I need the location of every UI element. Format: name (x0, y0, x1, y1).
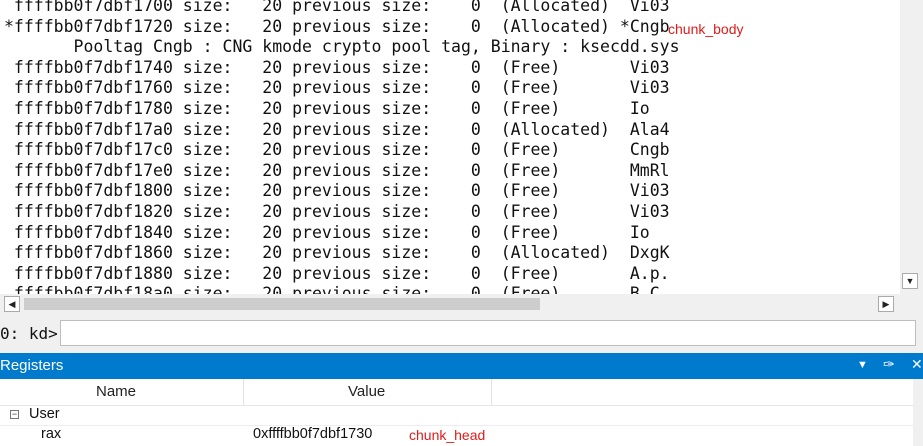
command-input[interactable] (60, 320, 916, 346)
output-line: ffffbb0f7dbf17c0 size: 20 previous size:… (4, 140, 670, 160)
registers-title-bar: Registers ▼ ✑ ✕ (0, 353, 923, 379)
row-divider (0, 425, 913, 426)
registers-panel: Name Value − User rax 0xffffbb0f7dbf1730… (0, 379, 923, 446)
chevron-down-icon[interactable]: ▼ (857, 359, 868, 371)
output-line: *ffffbb0f7dbf1720 size: 20 previous size… (4, 16, 670, 36)
output-line: ffffbb0f7dbf1760 size: 20 previous size:… (4, 78, 670, 98)
name-column-header[interactable]: Name (96, 379, 136, 405)
output-horizontal-scrollbar[interactable]: ◀ ▶ (0, 294, 900, 314)
horizontal-scroll-thumb[interactable] (24, 298, 540, 310)
output-vertical-scrollbar[interactable] (900, 0, 923, 294)
scroll-right-arrow-icon[interactable]: ▶ (878, 296, 894, 312)
collapse-icon[interactable]: − (10, 410, 19, 419)
output-line: ffffbb0f7dbf1780 size: 20 previous size:… (4, 99, 650, 118)
output-line: Pooltag Cngb : CNG kmode crypto pool tag… (4, 37, 680, 57)
output-line: ffffbb0f7dbf17a0 size: 20 previous size:… (4, 119, 670, 139)
scroll-left-arrow-icon[interactable]: ◀ (4, 296, 20, 312)
output-line: ffffbb0f7dbf1840 size: 20 previous size:… (4, 222, 650, 242)
output-line: ffffbb0f7dbf1880 size: 20 previous size:… (4, 263, 670, 283)
output-line: ffffbb0f7dbf18a0 size: 20 previous size:… (4, 284, 670, 294)
command-output-pane[interactable]: ffffbb0f7dbf1700 size: 20 previous size:… (0, 0, 900, 294)
register-value[interactable]: 0xffffbb0f7dbf1730 (253, 426, 372, 442)
output-line: ffffbb0f7dbf1800 size: 20 previous size:… (4, 181, 670, 201)
command-bar: 0: kd> (0, 320, 923, 348)
register-name[interactable]: rax (41, 426, 61, 442)
header-divider (0, 405, 913, 406)
column-divider[interactable] (491, 379, 492, 405)
registers-vertical-scrollbar[interactable] (913, 379, 923, 446)
scroll-down-arrow-icon[interactable]: ▼ (902, 273, 918, 289)
registers-title: Registers (0, 357, 64, 374)
chunk-head-annotation: chunk_head (409, 427, 486, 443)
column-divider[interactable] (243, 379, 244, 405)
output-line: ffffbb0f7dbf1860 size: 20 previous size:… (4, 243, 670, 263)
chunk-body-annotation: chunk_body (668, 21, 744, 37)
close-icon[interactable]: ✕ (911, 356, 923, 373)
pin-icon[interactable]: ✑ (883, 356, 895, 373)
output-line: ffffbb0f7dbf1740 size: 20 previous size:… (4, 57, 670, 77)
register-group-label[interactable]: User (29, 406, 60, 422)
output-line: ffffbb0f7dbf1820 size: 20 previous size:… (4, 202, 670, 221)
value-column-header[interactable]: Value (348, 379, 385, 405)
output-line: ffffbb0f7dbf1700 size: 20 previous size:… (4, 0, 670, 15)
output-line: ffffbb0f7dbf17e0 size: 20 previous size:… (4, 160, 670, 180)
command-prompt: 0: kd> (0, 324, 58, 343)
